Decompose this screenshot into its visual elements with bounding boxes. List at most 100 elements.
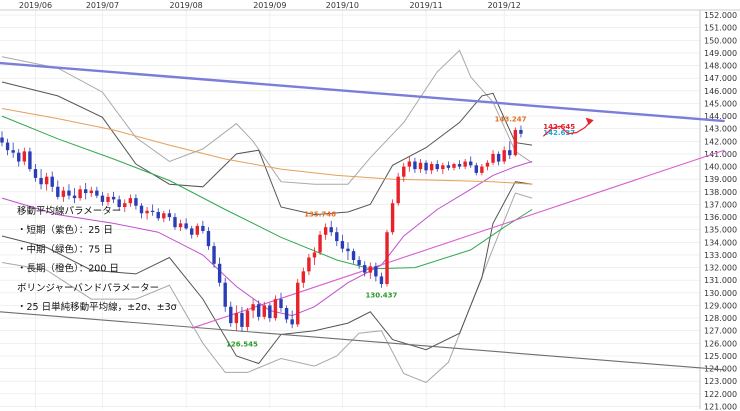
candle-up — [301, 271, 306, 283]
candle-up — [323, 227, 328, 235]
x-tick-label: 2019/11 — [409, 1, 442, 10]
candle-up — [296, 282, 300, 325]
candle-up — [491, 153, 495, 163]
candle-up — [89, 190, 93, 194]
candle-up — [441, 165, 445, 170]
candle-down — [190, 228, 194, 235]
price-annotation: 126.545 — [226, 340, 258, 348]
y-tick-label: 122.000 — [704, 390, 737, 399]
candle-down — [340, 241, 345, 249]
candle-down — [346, 248, 350, 252]
candle-up — [123, 203, 127, 207]
candle-down — [206, 230, 211, 247]
x-tick-label: 2019/07 — [86, 1, 119, 10]
y-tick-label: 137.000 — [704, 200, 737, 209]
candle-down — [335, 232, 339, 242]
y-tick-label: 130.000 — [704, 289, 737, 298]
y-tick-label: 138.000 — [704, 188, 737, 197]
candle-up — [390, 203, 395, 233]
candle-up — [368, 266, 372, 273]
candle-down — [201, 225, 205, 231]
candle-down — [173, 217, 177, 228]
candle-down — [284, 307, 289, 320]
candle-down — [374, 266, 378, 277]
candle-down — [0, 137, 4, 143]
candle-down — [329, 227, 333, 233]
candle-down — [469, 161, 473, 166]
candlestick-chart: 121.000122.000123.000124.000125.000126.0… — [0, 0, 740, 411]
legend-line: ボリンジャーバンドパラメーター — [17, 283, 159, 294]
candle-up — [312, 252, 317, 258]
y-tick-label: 127.000 — [704, 327, 737, 336]
candle-up — [485, 162, 490, 167]
y-tick-label: 145.000 — [704, 99, 737, 108]
y-tick-label: 150.000 — [704, 36, 737, 45]
candle-up — [480, 166, 484, 173]
y-tick-label: 152.000 — [704, 11, 737, 20]
candle-up — [44, 176, 49, 185]
x-tick-label: 2019/08 — [170, 1, 203, 10]
y-tick-label: 131.000 — [704, 276, 737, 285]
candle-down — [139, 205, 144, 214]
candle-down — [424, 162, 428, 171]
candle-up — [318, 234, 322, 253]
candle-up — [145, 210, 149, 214]
candle-up — [22, 151, 27, 162]
y-tick-label: 128.000 — [704, 314, 737, 323]
y-tick-label: 134.000 — [704, 238, 737, 247]
price-annotation: 135.746 — [304, 210, 336, 218]
y-tick-label: 142.000 — [704, 137, 737, 146]
candle-down — [84, 189, 88, 194]
candle-down — [5, 142, 10, 151]
candle-up — [307, 257, 311, 272]
legend-line: ・長期（橙色）：200 日 — [17, 263, 119, 275]
y-tick-label: 140.000 — [704, 163, 737, 172]
y-tick-label: 147.000 — [704, 74, 737, 83]
candle-down — [184, 223, 188, 229]
candle-up — [78, 189, 82, 199]
candle-down — [100, 195, 105, 202]
candle-down — [240, 313, 244, 327]
candle-down — [457, 164, 462, 167]
candle-down — [229, 306, 233, 324]
candle-up — [178, 223, 183, 228]
candle-up — [429, 164, 434, 171]
y-tick-label: 123.000 — [704, 377, 737, 386]
candle-down — [363, 265, 367, 273]
y-tick-label: 146.000 — [704, 87, 737, 96]
y-tick-label: 148.000 — [704, 62, 737, 71]
candle-up — [385, 232, 389, 284]
x-tick-label: 2019/09 — [253, 1, 286, 10]
candle-down — [212, 246, 216, 264]
candle-up — [418, 162, 423, 170]
candle-down — [111, 196, 116, 200]
candle-up — [61, 190, 66, 197]
candle-up — [407, 161, 412, 167]
candle-up — [273, 299, 278, 319]
candle-down — [435, 164, 439, 170]
candle-down — [446, 165, 451, 168]
candle-down — [379, 276, 384, 284]
candle-down — [217, 263, 222, 283]
candle-down — [39, 177, 43, 185]
legend-line: ・短期（紫色）：25 日 — [17, 224, 113, 236]
candle-down — [508, 150, 512, 156]
candle-up — [402, 166, 406, 177]
candle-down — [134, 198, 138, 206]
candle-down — [33, 169, 38, 178]
candle-down — [56, 186, 60, 197]
price-annotation: 142.637 — [543, 129, 575, 137]
x-tick-label: 2019/10 — [326, 1, 359, 10]
candle-up — [234, 313, 239, 324]
candle-up — [452, 164, 456, 168]
candle-down — [474, 165, 478, 173]
candle-down — [72, 195, 77, 199]
candle-up — [106, 196, 110, 202]
candle-down — [167, 213, 172, 218]
candle-up — [128, 198, 133, 204]
legend-line: 移動平均線パラメーター — [17, 205, 121, 217]
y-tick-label: 126.000 — [704, 339, 737, 348]
candle-down — [11, 150, 15, 153]
candle-up — [162, 213, 166, 219]
legend-line: ・中期（緑色）：75 日 — [17, 243, 113, 255]
